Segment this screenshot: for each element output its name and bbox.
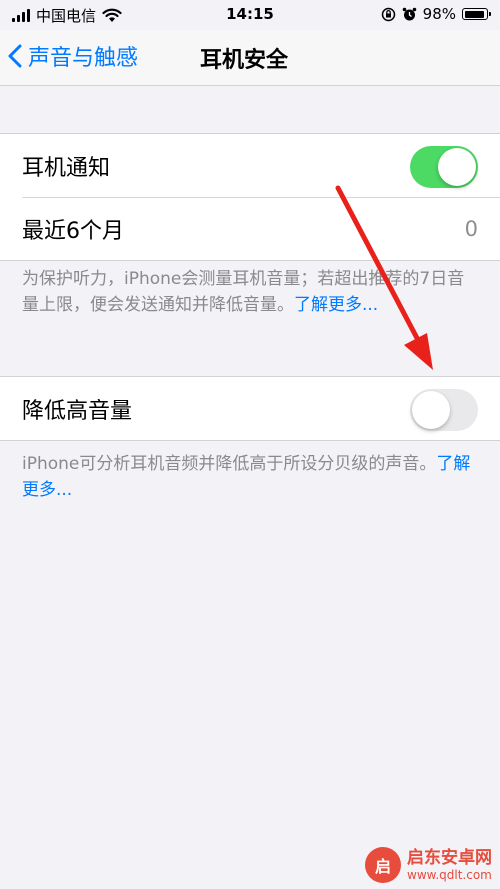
toggle-knob [412, 391, 450, 429]
battery-icon [462, 8, 491, 20]
navigation-bar: 声音与触感 耳机安全 [0, 30, 500, 86]
orientation-lock-icon [381, 7, 395, 21]
reduce-loud-sounds-row: 降低高音量 [0, 377, 500, 440]
chevron-left-icon [8, 44, 22, 68]
reduce-footer-text: iPhone可分析耳机音频并降低高于所设分贝级的声音。 [22, 454, 437, 474]
watermark: 启 启东安卓网 www.qdlt.com [365, 847, 492, 883]
annotation-arrow [335, 185, 433, 370]
reduce-loud-sounds-toggle[interactable] [410, 389, 478, 431]
watermark-logo: 启 [365, 847, 401, 883]
back-label: 声音与触感 [28, 46, 139, 71]
recent-months-label: 最近6个月 [22, 218, 124, 244]
status-bar: 中国电信 14:15 98% [0, 0, 500, 30]
watermark-name: 启东安卓网 [407, 848, 492, 868]
reduce-footer: iPhone可分析耳机音频并降低高于所设分贝级的声音。了解更多... [22, 451, 478, 503]
back-button[interactable]: 声音与触感 [8, 40, 138, 72]
toggle-knob [438, 148, 476, 186]
status-right: 98% [381, 5, 491, 23]
battery-percent: 98% [422, 5, 456, 23]
recent-months-value: 0 [464, 216, 478, 241]
watermark-url: www.qdlt.com [407, 868, 492, 882]
alarm-icon [402, 7, 416, 20]
page-title: 耳机安全 [200, 48, 289, 73]
headphone-notifications-label: 耳机通知 [22, 155, 111, 181]
reduce-loud-sounds-label: 降低高音量 [22, 398, 133, 424]
reduce-loud-sounds-group: 降低高音量 [0, 376, 500, 441]
